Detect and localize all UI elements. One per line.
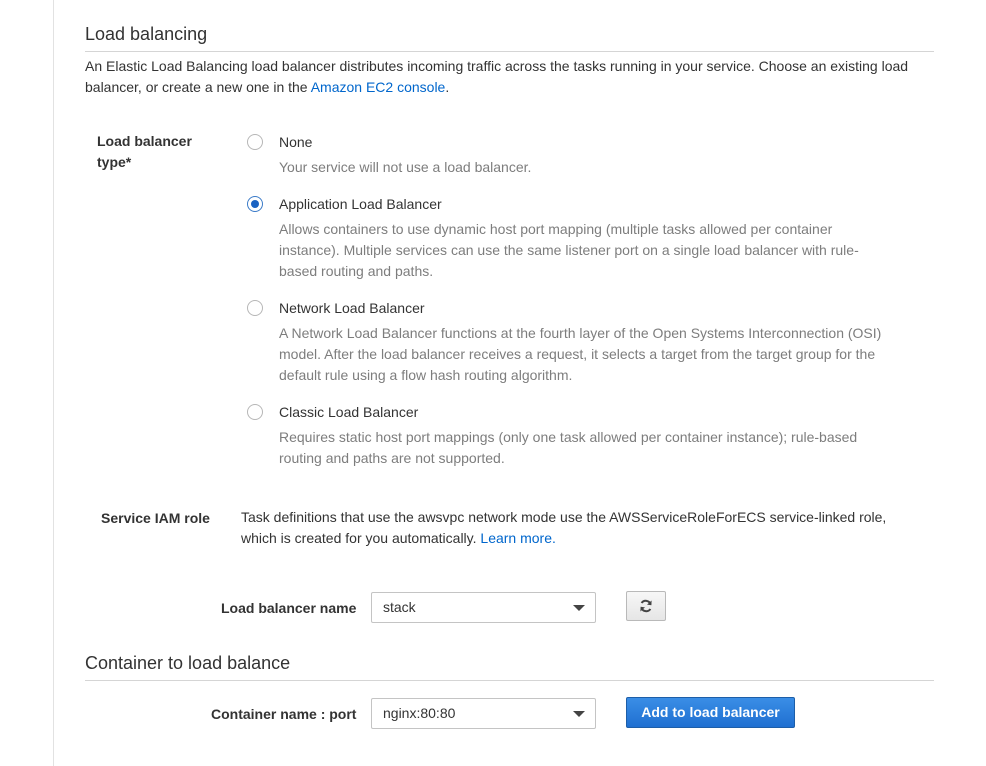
- section-divider: [85, 51, 934, 52]
- refresh-icon: [640, 599, 652, 613]
- section-title-container: Container to load balance: [85, 653, 291, 673]
- radio-none[interactable]: [247, 134, 263, 150]
- radio-application-load-balancer[interactable]: [247, 196, 263, 212]
- container-name-port-select[interactable]: nginx:80:80: [371, 698, 596, 729]
- option-description-application-load-balancer: Allows containers to use dynamic host po…: [279, 221, 859, 279]
- option-description-classic-load-balancer: Requires static host port mappings (only…: [279, 429, 858, 466]
- radio-classic-load-balancer[interactable]: [247, 404, 263, 420]
- section-description: An Elastic Load Balancing load balancer …: [85, 56, 925, 98]
- option-label-network-load-balancer[interactable]: Network Load Balancer: [279, 298, 425, 318]
- iam-description: Task definitions that use the awsvpc net…: [241, 509, 887, 546]
- content-left-border: [53, 0, 54, 766]
- section-divider: [85, 680, 934, 681]
- service-iam-role-text: Task definitions that use the awsvpc net…: [241, 507, 901, 549]
- option-label-application-load-balancer[interactable]: Application Load Balancer: [279, 194, 442, 214]
- learn-more-link[interactable]: Learn more.: [480, 530, 555, 546]
- load-balancer-type-label: Load balancer type*: [97, 133, 192, 170]
- option-description-none: Your service will not use a load balance…: [279, 159, 532, 175]
- description-end: .: [445, 79, 450, 95]
- refresh-button[interactable]: [626, 591, 666, 621]
- chevron-down-icon: [573, 711, 585, 717]
- service-iam-role-label: Service IAM role: [101, 510, 210, 526]
- option-description-network-load-balancer: A Network Load Balancer functions at the…: [279, 325, 882, 383]
- section-title-load-balancing: Load balancing: [85, 24, 208, 44]
- load-balancer-name-value: stack: [383, 599, 416, 615]
- option-label-classic-load-balancer[interactable]: Classic Load Balancer: [279, 402, 418, 422]
- amazon-ec2-console-link[interactable]: Amazon EC2 console: [311, 79, 446, 95]
- option-label-none[interactable]: None: [279, 132, 312, 152]
- description-text: An Elastic Load Balancing load balancer …: [85, 58, 909, 95]
- container-name-port-value: nginx:80:80: [383, 705, 456, 721]
- add-to-load-balancer-button[interactable]: Add to load balancer: [626, 697, 795, 728]
- chevron-down-icon: [573, 605, 585, 611]
- radio-network-load-balancer[interactable]: [247, 300, 263, 316]
- load-balancer-name-select[interactable]: stack: [371, 592, 596, 623]
- container-name-port-label: Container name : port: [211, 706, 357, 722]
- load-balancer-name-label: Load balancer name: [221, 600, 357, 616]
